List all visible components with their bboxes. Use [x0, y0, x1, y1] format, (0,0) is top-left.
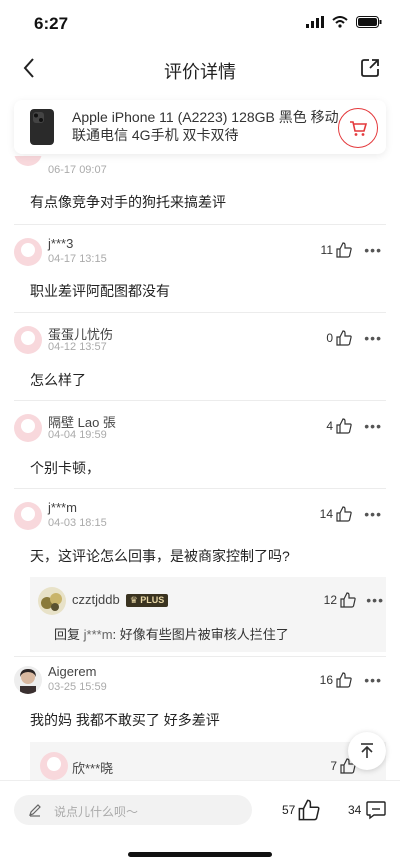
reply-user: czztjddb [72, 592, 120, 607]
reply-avatar [38, 587, 66, 615]
like-total-button[interactable]: 57 [282, 799, 320, 821]
comment-date: 06-17 09:07 [48, 164, 107, 176]
avatar [14, 238, 42, 266]
comment-item: 隔壁 Lao 張 04-04 19:59 4 ••• 个别卡顿， [0, 400, 400, 488]
reply-box: czztjddb ♛ PLUS 12 ••• 回复 j***m: 好像有些图片被审… [30, 577, 386, 652]
comment-date: 03-25 15:59 [48, 681, 107, 693]
battery-icon [356, 16, 382, 28]
like-count: 0 [326, 331, 333, 345]
plus-badge: ♛ PLUS [125, 594, 169, 608]
cart-icon [350, 121, 368, 136]
like-button[interactable]: 16 [320, 672, 352, 688]
like-button[interactable]: 11 [321, 242, 352, 258]
like-count: 16 [319, 673, 333, 687]
comment-text: 个别卡顿， [30, 460, 100, 476]
like-button[interactable]: 12 [324, 592, 356, 608]
thumbs-up-icon [336, 242, 352, 258]
thumbs-up-icon [340, 592, 356, 608]
status-time: 6:27 [34, 14, 69, 33]
like-count: 12 [323, 593, 337, 607]
thumbs-up-icon [336, 418, 352, 434]
comment-text: 天，这评论怎么回事，是被商家控制了吗? [30, 548, 290, 564]
comment-user: j***m [48, 500, 77, 515]
thumbs-up-icon [336, 506, 352, 522]
share-icon[interactable] [358, 56, 382, 80]
wifi-icon [332, 16, 348, 28]
thumbs-up-icon [298, 799, 320, 821]
nav-bar: 评价详情 [0, 46, 400, 92]
pencil-icon [29, 804, 41, 817]
reply-avatar [40, 752, 68, 780]
comment-text: 有点像竞争对手的狗托来搞差评 [30, 194, 226, 210]
reply-target[interactable]: j***m [84, 627, 113, 642]
like-count: 11 [320, 243, 333, 257]
comment-input-placeholder: 说点儿什么呗～ [54, 805, 139, 819]
comment-item: j***m 04-03 18:15 14 ••• 天，这评论怎么回事，是被商家控… [0, 488, 400, 658]
like-button[interactable]: 4 [326, 418, 352, 434]
page-title: 评价详情 [164, 62, 236, 82]
more-options-icon[interactable]: ••• [364, 672, 382, 688]
arrow-up-icon [361, 743, 373, 758]
comment-item: 06-17 09:07 有点像竞争对手的狗托来搞差评 [0, 156, 400, 224]
like-count: 14 [319, 507, 333, 521]
comment-item: j***3 04-17 13:15 11 ••• 职业差评阿配图都没有 [0, 224, 400, 312]
comment-date: 04-04 19:59 [48, 429, 107, 441]
comment-text: 我的妈 我都不敢买了 好多差评 [30, 712, 220, 728]
comment-item: 蛋蛋儿忧伤 04-12 13:57 0 ••• 怎么样了 [0, 312, 400, 400]
reply-user: 欣***晓 [72, 761, 114, 776]
like-count: 7 [330, 759, 337, 773]
avatar [14, 414, 42, 442]
avatar [14, 326, 42, 354]
comment-feed[interactable]: 06-17 09:07 有点像竞争对手的狗托来搞差评 j***3 04-17 1… [0, 156, 400, 780]
comment-text: 怎么样了 [30, 372, 86, 388]
comment-date: 04-12 13:57 [48, 341, 107, 353]
status-icons [306, 16, 382, 28]
comment-bubble-icon [366, 801, 387, 820]
back-to-top-button[interactable] [348, 732, 386, 770]
comment-text: 职业差评阿配图都没有 [30, 283, 170, 299]
comment-user: j***3 [48, 236, 74, 251]
home-indicator [128, 852, 272, 857]
like-count: 4 [326, 419, 333, 433]
reply-text-line: 回复 j***m: 好像有些图片被审核人拦住了 [54, 624, 289, 643]
like-button[interactable]: 14 [320, 506, 352, 522]
thumbs-up-icon [336, 330, 352, 346]
product-thumbnail [30, 109, 54, 145]
comment-date: 04-17 13:15 [48, 253, 107, 265]
more-options-icon[interactable]: ••• [364, 330, 382, 346]
like-total-count: 57 [282, 803, 296, 817]
more-options-icon[interactable]: ••• [364, 242, 382, 258]
comment-total-count: 34 [348, 803, 362, 817]
signal-icon [306, 16, 324, 28]
reply-box: 欣***晓 7 [30, 742, 386, 780]
avatar [14, 156, 42, 166]
like-button[interactable]: 0 [326, 330, 352, 346]
comment-total-button[interactable]: 34 [348, 799, 387, 821]
status-bar: 6:27 [0, 0, 400, 46]
product-name: Apple iPhone 11 (A2223) 128GB 黑色 移动联通电信 … [72, 109, 339, 143]
comment-item: Aigerem 03-25 15:59 16 ••• 我的妈 我都不敢买了 好多… [0, 656, 400, 780]
product-card[interactable]: Apple iPhone 11 (A2223) 128GB 黑色 移动联通电信 … [14, 100, 386, 154]
add-to-cart-button[interactable] [338, 108, 378, 148]
reply-text: : 好像有些图片被审核人拦住了 [112, 627, 289, 642]
avatar [14, 502, 42, 530]
more-options-icon[interactable]: ••• [366, 592, 384, 608]
thumbs-up-icon [336, 672, 352, 688]
reply-user-line: czztjddb ♛ PLUS [72, 592, 169, 608]
comment-user: Aigerem [48, 664, 97, 679]
reply-prefix: 回复 [54, 627, 84, 642]
avatar [14, 666, 42, 694]
more-options-icon[interactable]: ••• [364, 418, 382, 434]
more-options-icon[interactable]: ••• [364, 506, 382, 522]
comment-date: 04-03 18:15 [48, 517, 107, 529]
comment-input[interactable]: 说点儿什么呗～ [14, 795, 252, 825]
